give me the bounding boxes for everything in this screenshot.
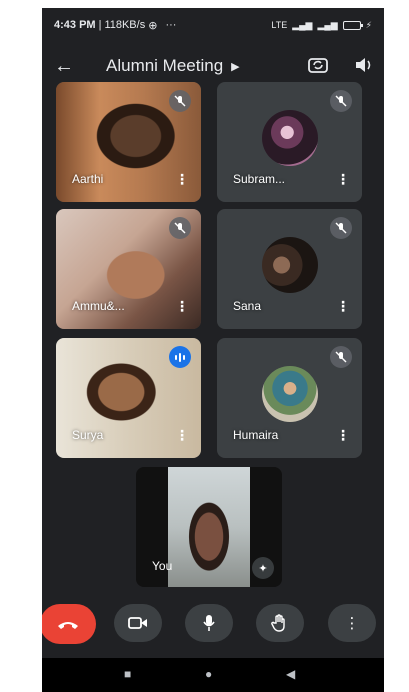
home-icon[interactable]: ● — [205, 667, 212, 681]
switch-camera-icon[interactable] — [308, 56, 328, 79]
avatar — [261, 110, 318, 166]
more-notifications: ··· — [165, 19, 177, 31]
mic-off-icon — [330, 90, 352, 112]
more-options-icon[interactable]: ⋮ — [175, 427, 189, 444]
speaker-icon[interactable] — [354, 56, 374, 79]
status-icons: LTE ▂▄▆ ▂▄▆ ⚡ — [271, 20, 372, 31]
call-controls: ⋮ — [42, 604, 384, 652]
speaking-indicator-icon — [169, 346, 191, 368]
mic-off-icon — [330, 346, 352, 368]
participant-tile[interactable]: Ammu&... ⋮ — [56, 209, 201, 329]
battery-icon — [342, 20, 363, 30]
lte-label: LTE — [271, 20, 288, 30]
title-chevron-icon[interactable]: ▶ — [231, 60, 239, 73]
network-speed: 118KB/s — [104, 19, 146, 31]
status-bar: 4:43 PM | 118KB/s ⊕ ··· LTE ▂▄▆ ▂▄▆ ⚡ — [54, 19, 372, 32]
mic-off-icon — [169, 90, 191, 112]
participant-name: Sana — [233, 299, 262, 313]
participant-tile[interactable]: Subram... ⋮ — [217, 82, 362, 202]
participant-tile[interactable]: Humaira ⋮ — [217, 338, 362, 458]
avatar — [261, 237, 318, 293]
more-options-icon[interactable]: ⋮ — [336, 171, 350, 188]
participant-name: Surya — [72, 428, 104, 442]
signal-icon: ▂▄▆ — [292, 19, 313, 30]
participant-tile[interactable]: Aarthi ⋮ — [56, 82, 201, 202]
mic-off-icon — [330, 217, 352, 239]
more-options-icon[interactable]: ⋮ — [336, 427, 350, 444]
signal-icon-2: ▂▄▆ — [317, 19, 338, 30]
back-nav-icon[interactable]: ◀ — [286, 667, 295, 681]
participant-name: Ammu&... — [72, 299, 125, 313]
self-view-tile[interactable]: You ✦ — [136, 467, 282, 587]
more-options-icon[interactable]: ⋮ — [336, 298, 350, 315]
status-time: 4:43 PM — [54, 19, 96, 31]
mic-off-icon — [169, 217, 191, 239]
participant-tile[interactable]: Sana ⋮ — [217, 209, 362, 329]
raise-hand-button[interactable] — [256, 604, 304, 642]
camera-button[interactable] — [114, 604, 162, 642]
participant-name: Humaira — [233, 428, 279, 442]
participant-name: Aarthi — [72, 172, 104, 186]
more-options-button[interactable]: ⋮ — [328, 604, 376, 642]
effects-icon[interactable]: ✦ — [252, 557, 274, 579]
charging-icon: ⚡ — [365, 19, 372, 30]
navigation-bar: ■ ● ◀ — [42, 658, 384, 692]
hotspot-icon: ⊕ — [148, 19, 158, 32]
recents-icon[interactable]: ■ — [124, 667, 131, 681]
meeting-title[interactable]: Alumni Meeting — [106, 56, 223, 76]
avatar — [261, 366, 318, 422]
participant-tile[interactable]: Surya ⋮ — [56, 338, 201, 458]
back-arrow-icon[interactable]: ← — [54, 55, 84, 78]
phone-screen: 4:43 PM | 118KB/s ⊕ ··· LTE ▂▄▆ ▂▄▆ ⚡ ← … — [42, 8, 384, 692]
participant-name: Subram... — [233, 172, 286, 186]
self-name: You — [152, 559, 173, 573]
self-video — [168, 467, 250, 587]
end-call-button[interactable] — [42, 604, 96, 644]
more-options-icon[interactable]: ⋮ — [175, 171, 189, 188]
more-options-icon[interactable]: ⋮ — [175, 298, 189, 315]
microphone-button[interactable] — [185, 604, 233, 642]
